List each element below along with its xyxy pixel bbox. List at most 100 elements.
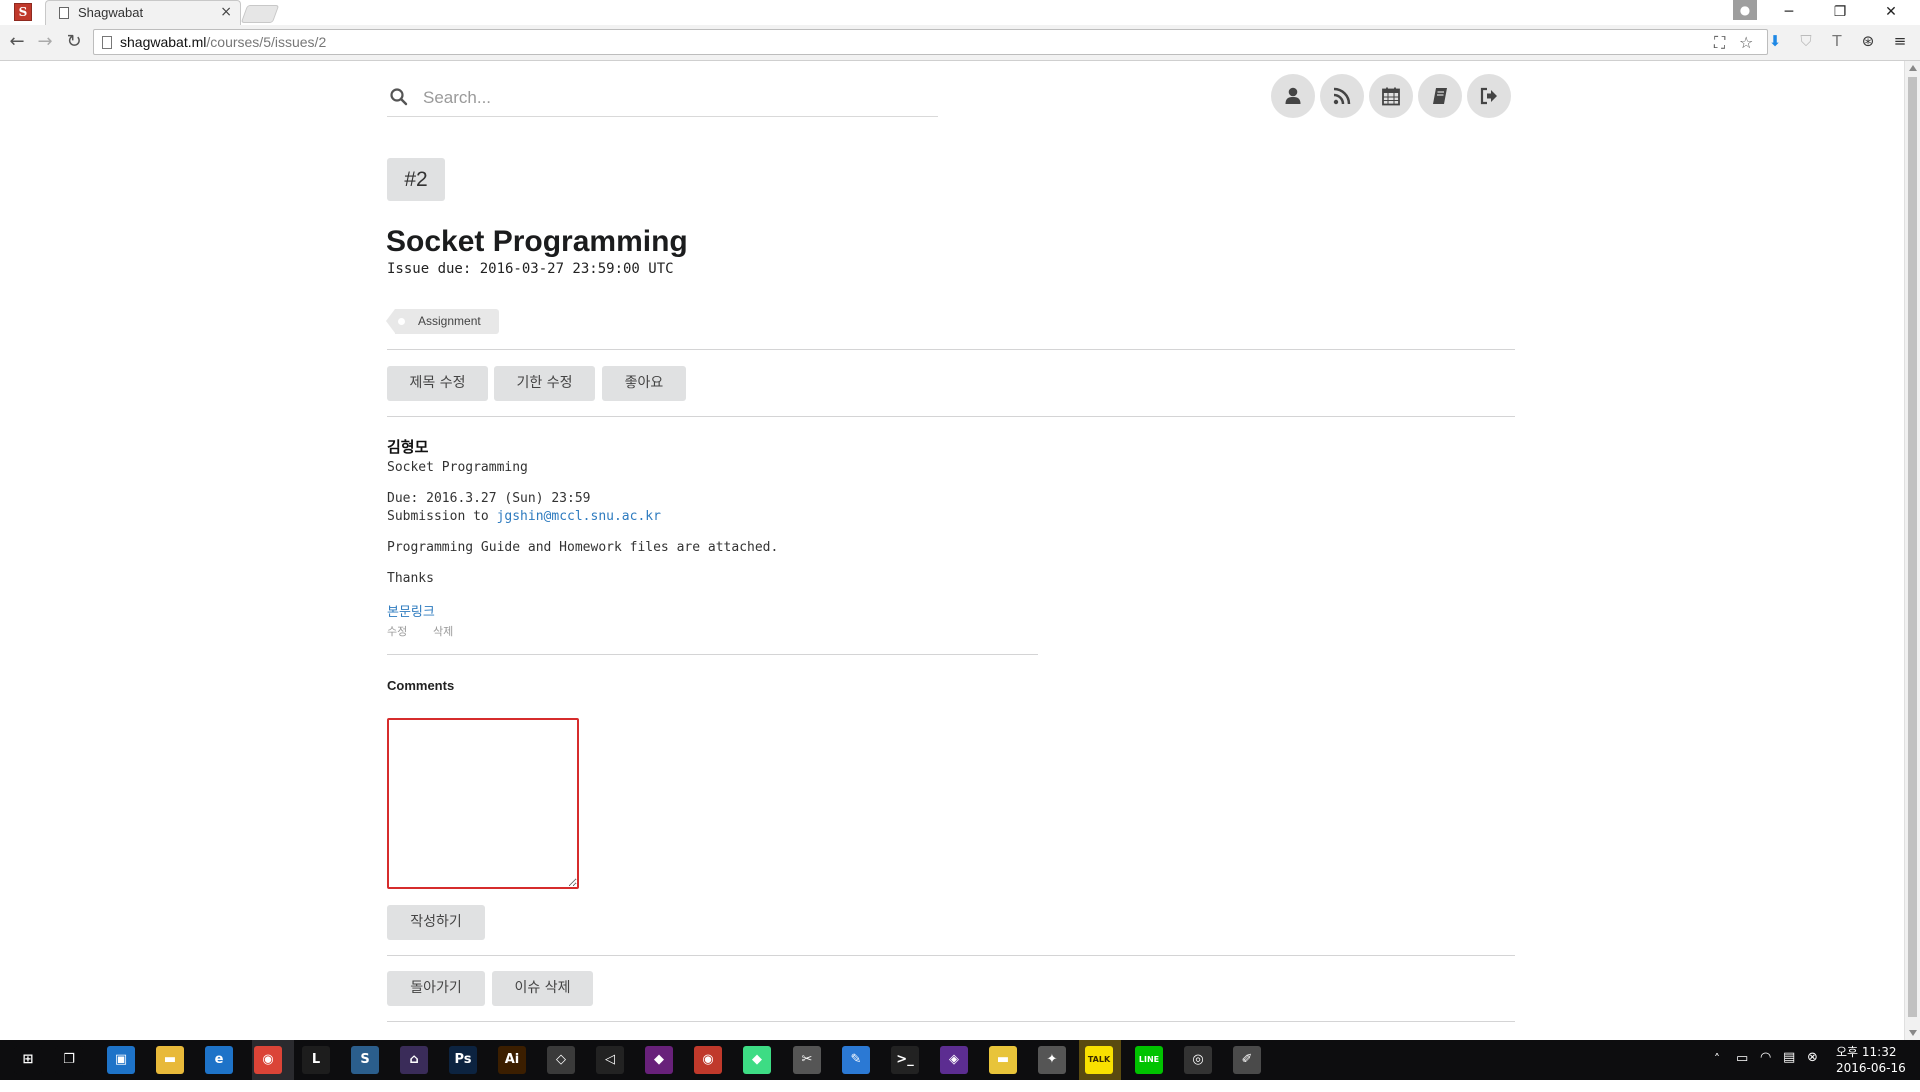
user-button[interactable]: [1271, 74, 1315, 118]
edit-due-button[interactable]: 기한 수정: [494, 366, 595, 401]
app-logo-icon[interactable]: S: [14, 3, 32, 21]
edge-icon[interactable]: e: [205, 1046, 233, 1074]
logout-button[interactable]: [1467, 74, 1511, 118]
download-extension-icon[interactable]: ⬇: [1765, 31, 1785, 51]
page-icon: [59, 7, 69, 19]
reload-icon[interactable]: ↻: [63, 31, 85, 53]
like-button[interactable]: 좋아요: [602, 366, 686, 401]
delete-issue-button[interactable]: 이슈 삭제: [492, 971, 593, 1006]
app-purple-icon[interactable]: ⌂: [400, 1046, 428, 1074]
delete-post-link[interactable]: 삭제: [433, 623, 453, 639]
wifi-icon[interactable]: ◠: [1760, 1050, 1771, 1090]
book-button[interactable]: [1418, 74, 1462, 118]
tab-title: Shagwabat: [78, 5, 144, 20]
bookmark-star-icon[interactable]: ☆: [1739, 33, 1753, 52]
edit-title-button[interactable]: 제목 수정: [387, 366, 488, 401]
comments-heading: Comments: [387, 678, 455, 693]
comment-textarea[interactable]: [387, 718, 579, 889]
action-center-icon[interactable]: ⊗: [1807, 1050, 1818, 1090]
page-info-icon[interactable]: [102, 36, 112, 49]
scroll-up-icon[interactable]: [1909, 65, 1917, 71]
menu-icon[interactable]: ≡: [1890, 31, 1910, 51]
visual-studio-icon[interactable]: ◆: [645, 1046, 673, 1074]
lumia-icon[interactable]: L: [302, 1046, 330, 1074]
unity-icon[interactable]: ◁: [596, 1046, 624, 1074]
divider: [387, 349, 1515, 350]
tag-label[interactable]: Assignment: [386, 309, 499, 334]
post-author: 김형모: [387, 438, 429, 456]
notification-icon[interactable]: ▤: [1783, 1050, 1795, 1090]
post-subject: Socket Programming: [387, 460, 528, 475]
minimize-button[interactable]: ─: [1766, 0, 1812, 25]
camera-icon[interactable]: ◎: [1184, 1046, 1212, 1074]
folder-icon[interactable]: ▬: [989, 1046, 1017, 1074]
snipping-icon[interactable]: ✂: [793, 1046, 821, 1074]
extension-icon[interactable]: ⊛: [1858, 31, 1878, 51]
line-icon[interactable]: LINE: [1135, 1046, 1163, 1074]
clock-date[interactable]: 2016-06-16: [1836, 1061, 1906, 1075]
feed-button[interactable]: [1320, 74, 1364, 118]
submission-email-link[interactable]: jgshin@mccl.snu.ac.kr: [497, 509, 661, 524]
scrollbar-thumb[interactable]: [1908, 77, 1917, 1017]
search-icon: [390, 88, 408, 106]
profile-icon[interactable]: ●: [1733, 0, 1757, 20]
edit-post-link[interactable]: 수정: [387, 623, 407, 639]
translate-icon[interactable]: ⛶: [1714, 33, 1725, 53]
rss-icon: [1333, 87, 1351, 105]
tab-strip: S Shagwabat × ● ─ ❐ ✕: [0, 0, 1920, 25]
terminal-icon[interactable]: >_: [891, 1046, 919, 1074]
user-icon: [1285, 87, 1301, 104]
kakaotalk-icon[interactable]: TALK: [1085, 1046, 1113, 1074]
tray-chevron-icon[interactable]: ˄: [1714, 1052, 1720, 1092]
calendar-icon: [1382, 87, 1400, 106]
file-explorer-icon[interactable]: ▬: [156, 1046, 184, 1074]
paint-brush-icon[interactable]: ✐: [1233, 1046, 1261, 1074]
app-blue-icon[interactable]: S: [351, 1046, 379, 1074]
search-input[interactable]: [423, 84, 923, 112]
issue-number-badge: #2: [387, 158, 445, 201]
windows-start-icon[interactable]: ⊞: [14, 1046, 42, 1074]
photoshop-icon[interactable]: Ps: [449, 1046, 477, 1074]
scroll-down-icon[interactable]: [1909, 1030, 1917, 1036]
url-text[interactable]: shagwabat.ml/courses/5/issues/2: [120, 34, 326, 50]
task-view-icon[interactable]: ❐: [55, 1046, 83, 1074]
shield-extension-icon[interactable]: ⛉: [1796, 31, 1816, 51]
page-scrollbar[interactable]: [1904, 61, 1920, 1040]
illustrator-icon[interactable]: Ai: [498, 1046, 526, 1074]
forward-arrow-icon[interactable]: →: [34, 31, 56, 53]
address-bar[interactable]: shagwabat.ml/courses/5/issues/2 ⛶ ☆: [93, 29, 1768, 55]
new-tab-button[interactable]: [240, 5, 280, 23]
cube-icon[interactable]: ◇: [547, 1046, 575, 1074]
close-window-button[interactable]: ✕: [1868, 0, 1914, 25]
issue-due-date: Issue due: 2016-03-27 23:59:00 UTC: [387, 261, 674, 277]
android-studio-icon[interactable]: ◆: [743, 1046, 771, 1074]
git-icon[interactable]: ◉: [694, 1046, 722, 1074]
paint-icon[interactable]: ✎: [842, 1046, 870, 1074]
tab-close-icon[interactable]: ×: [220, 4, 232, 20]
battery-icon[interactable]: ▭: [1736, 1051, 1748, 1091]
page-title: Socket Programming: [386, 225, 688, 258]
browser-toolbar: ← → ↻ shagwabat.ml/courses/5/issues/2 ⛶ …: [0, 25, 1920, 60]
vs-purple-icon[interactable]: ◈: [940, 1046, 968, 1074]
sign-out-icon: [1480, 87, 1497, 105]
clock-time[interactable]: 오후 11:32: [1836, 1043, 1896, 1060]
tag-hole-icon: [398, 318, 405, 325]
post-due-line: Due: 2016.3.27 (Sun) 23:59: [387, 491, 591, 506]
back-button[interactable]: 돌아가기: [387, 971, 485, 1006]
post-thanks: Thanks: [387, 571, 434, 586]
text-extension-icon[interactable]: T: [1827, 31, 1847, 51]
browser-tab[interactable]: Shagwabat ×: [45, 0, 241, 25]
post-submission-line: Submission to jgshin@mccl.snu.ac.kr: [387, 509, 661, 524]
rocket-icon[interactable]: ✦: [1038, 1046, 1066, 1074]
permalink-link[interactable]: 본문링크: [387, 601, 435, 620]
calendar-button[interactable]: [1369, 74, 1413, 118]
chrome-icon[interactable]: ◉: [254, 1046, 282, 1074]
tag-text: Assignment: [418, 314, 481, 328]
store-icon[interactable]: ▣: [107, 1046, 135, 1074]
post-attachment-line: Programming Guide and Homework files are…: [387, 540, 779, 555]
restore-button[interactable]: ❐: [1817, 0, 1863, 25]
back-arrow-icon[interactable]: ←: [6, 31, 28, 53]
divider: [387, 654, 1038, 655]
submit-comment-button[interactable]: 작성하기: [387, 905, 485, 940]
divider: [387, 1021, 1515, 1022]
